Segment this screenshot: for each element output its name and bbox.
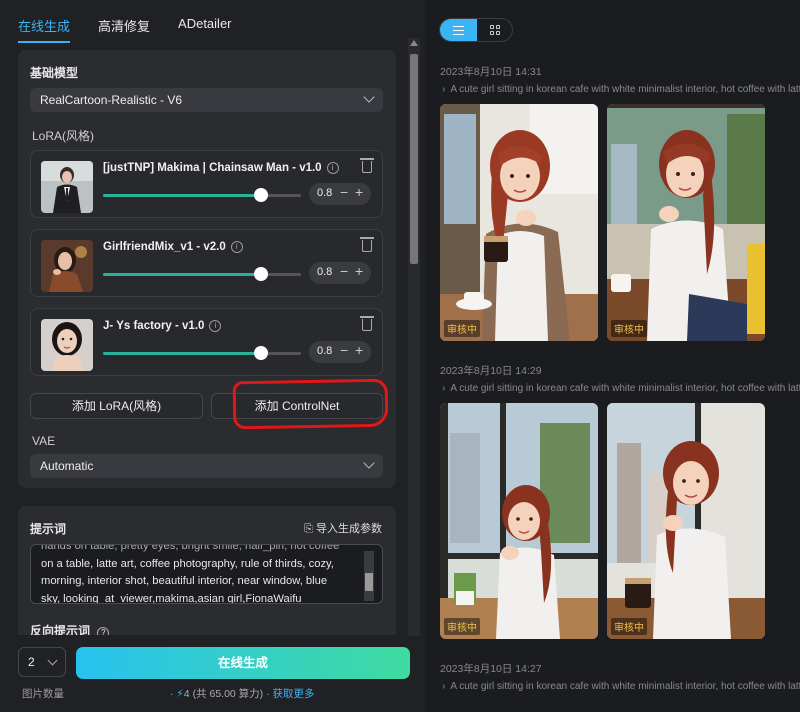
tab-adetailer[interactable]: ADetailer bbox=[178, 16, 231, 43]
history-panel: 2023年8月10日 14:31 › A cute girl sitting i… bbox=[425, 0, 800, 712]
generate-button[interactable]: 在线生成 bbox=[76, 647, 410, 679]
prompt-line: on a table, latte art, coffee photograph… bbox=[41, 557, 334, 570]
import-icon: ⎘ bbox=[304, 523, 313, 535]
info-icon[interactable]: i bbox=[209, 320, 222, 332]
generated-image[interactable]: 审核中 bbox=[607, 104, 765, 341]
vae-title: VAE bbox=[32, 434, 56, 448]
lora-name: J- Ys factory - v1.0 bbox=[103, 320, 205, 333]
prompt-textarea[interactable]: hands on table, pretty eyes, bright smil… bbox=[30, 544, 383, 604]
cost-info: · ⚡4 (共 65.00 算力) · 获取更多 bbox=[170, 688, 315, 700]
list-view-button[interactable] bbox=[440, 19, 477, 41]
vae-select[interactable]: Automatic bbox=[30, 454, 383, 478]
import-params-label: 导入生成参数 bbox=[316, 523, 382, 535]
status-badge: 审核中 bbox=[444, 618, 480, 635]
lora-weight-value: 0.8 bbox=[317, 266, 333, 278]
chevron-down-icon bbox=[47, 655, 58, 666]
lora-item-ys-factory: J- Ys factory - v1.0 i 0.8 − + bbox=[30, 308, 383, 376]
history-prompt[interactable]: › A cute girl sitting in korean cafe wit… bbox=[442, 681, 800, 692]
settings-scroll-area: 基础模型 RealCartoon-Realistic - V6 LoRA(风格) bbox=[18, 50, 398, 635]
prompt-line: sky, looking_at_viewer,makima,asian girl… bbox=[41, 592, 302, 604]
lora-weight-value: 0.8 bbox=[317, 187, 333, 199]
import-params-button[interactable]: ⎘ 导入生成参数 bbox=[304, 520, 382, 536]
lora-weight-stepper[interactable]: 0.8 − + bbox=[309, 262, 371, 284]
negative-prompt-title: 反向提示词 ? bbox=[30, 622, 110, 635]
info-icon[interactable]: i bbox=[326, 162, 339, 174]
base-model-select[interactable]: RealCartoon-Realistic - V6 bbox=[30, 88, 383, 112]
status-badge: 审核中 bbox=[444, 320, 480, 337]
slider-handle[interactable] bbox=[254, 267, 268, 281]
cost-amount: 4 bbox=[183, 688, 190, 700]
trash-icon[interactable] bbox=[360, 158, 374, 173]
app-root: 在线生成 高清修复 ADetailer 基础模型 RealCartoon-Rea… bbox=[0, 0, 800, 712]
prompt-title: 提示词 bbox=[30, 522, 67, 536]
mode-tabs: 在线生成 高清修复 ADetailer bbox=[18, 16, 260, 43]
plus-icon[interactable]: + bbox=[355, 263, 363, 279]
tab-hires-fix[interactable]: 高清修复 bbox=[98, 16, 150, 43]
image-count-select[interactable]: 2 bbox=[18, 647, 66, 677]
lora-thumbnail bbox=[41, 319, 93, 371]
scroll-up-icon[interactable] bbox=[410, 40, 418, 46]
status-badge: 审核中 bbox=[611, 320, 647, 337]
prompt-scrollbar[interactable] bbox=[364, 551, 374, 601]
generation-panel: 在线生成 高清修复 ADetailer 基础模型 RealCartoon-Rea… bbox=[0, 0, 425, 712]
lora-item-makima: [justTNP] Makima | Chainsaw Man - v1.0 i … bbox=[30, 150, 383, 218]
get-more-link[interactable]: 获取更多 bbox=[273, 688, 315, 700]
slider-handle[interactable] bbox=[254, 188, 268, 202]
lora-section-title: LoRA(风格) bbox=[32, 129, 95, 143]
minus-icon[interactable]: − bbox=[340, 342, 348, 358]
prompt-line: hands on table, pretty eyes, bright smil… bbox=[41, 544, 340, 552]
history-date: 2023年8月10日 14:29 bbox=[440, 365, 542, 377]
lora-name: GirlfriendMix_v1 - v2.0 bbox=[103, 241, 226, 254]
lora-weight-value: 0.8 bbox=[317, 345, 333, 357]
scrollbar-thumb[interactable] bbox=[410, 54, 418, 264]
plus-icon[interactable]: + bbox=[355, 342, 363, 358]
generated-image[interactable]: 审核中 bbox=[607, 403, 765, 639]
model-settings-card: 基础模型 RealCartoon-Realistic - V6 LoRA(风格) bbox=[18, 50, 396, 488]
base-model-title: 基础模型 bbox=[30, 66, 79, 80]
trash-icon[interactable] bbox=[360, 237, 374, 252]
generated-image[interactable]: 审核中 bbox=[440, 104, 598, 341]
lora-weight-stepper[interactable]: 0.8 − + bbox=[309, 183, 371, 205]
annotation-red-circle bbox=[232, 378, 389, 430]
status-badge: 审核中 bbox=[611, 618, 647, 635]
chevron-down-icon bbox=[363, 91, 375, 103]
history-prompt[interactable]: › A cute girl sitting in korean cafe wit… bbox=[442, 84, 800, 95]
panel-scrollbar[interactable] bbox=[408, 38, 420, 636]
slider-handle[interactable] bbox=[254, 346, 268, 360]
plus-icon[interactable]: + bbox=[355, 184, 363, 200]
tab-online-generate[interactable]: 在线生成 bbox=[18, 16, 71, 43]
lora-item-girlfriendmix: GirlfriendMix_v1 - v2.0 i 0.8 − + bbox=[30, 229, 383, 297]
cost-total: (共 65.00 算力) bbox=[192, 688, 264, 700]
history-date: 2023年8月10日 14:31 bbox=[440, 66, 542, 78]
grid-icon bbox=[490, 25, 501, 36]
trash-icon[interactable] bbox=[360, 316, 374, 331]
lora-thumbnail bbox=[41, 240, 93, 292]
history-prompt[interactable]: › A cute girl sitting in korean cafe wit… bbox=[442, 383, 800, 394]
lora-weight-slider[interactable] bbox=[103, 188, 301, 202]
base-model-value: RealCartoon-Realistic - V6 bbox=[40, 93, 183, 107]
lora-weight-stepper[interactable]: 0.8 − + bbox=[309, 341, 371, 363]
help-icon[interactable]: ? bbox=[97, 627, 110, 635]
history-date: 2023年8月10日 14:27 bbox=[440, 663, 542, 675]
lora-weight-slider[interactable] bbox=[103, 267, 301, 281]
view-toggle bbox=[439, 18, 513, 42]
lora-weight-slider[interactable] bbox=[103, 346, 301, 360]
list-icon bbox=[453, 26, 464, 35]
image-count-label: 图片数量 bbox=[22, 688, 64, 700]
grid-view-button[interactable] bbox=[477, 19, 512, 41]
add-lora-button[interactable]: 添加 LoRA(风格) bbox=[30, 393, 203, 419]
info-icon[interactable]: i bbox=[230, 241, 243, 253]
bolt-icon: ⚡ bbox=[176, 688, 184, 700]
image-count-value: 2 bbox=[28, 655, 35, 669]
lora-name: [justTNP] Makima | Chainsaw Man - v1.0 bbox=[103, 162, 322, 175]
prompt-card: 提示词 ⎘ 导入生成参数 hands on table, pretty eyes… bbox=[18, 506, 396, 635]
generated-image[interactable]: 审核中 bbox=[440, 403, 598, 639]
lora-thumbnail bbox=[41, 161, 93, 213]
minus-icon[interactable]: − bbox=[340, 184, 348, 200]
vae-value: Automatic bbox=[40, 459, 94, 473]
minus-icon[interactable]: − bbox=[340, 263, 348, 279]
chevron-down-icon bbox=[363, 457, 375, 469]
prompt-line: morning, interior shot, beautiful interi… bbox=[41, 575, 328, 587]
generate-bar: 2 在线生成 图片数量 · ⚡4 (共 65.00 算力) · 获取更多 bbox=[0, 636, 425, 712]
